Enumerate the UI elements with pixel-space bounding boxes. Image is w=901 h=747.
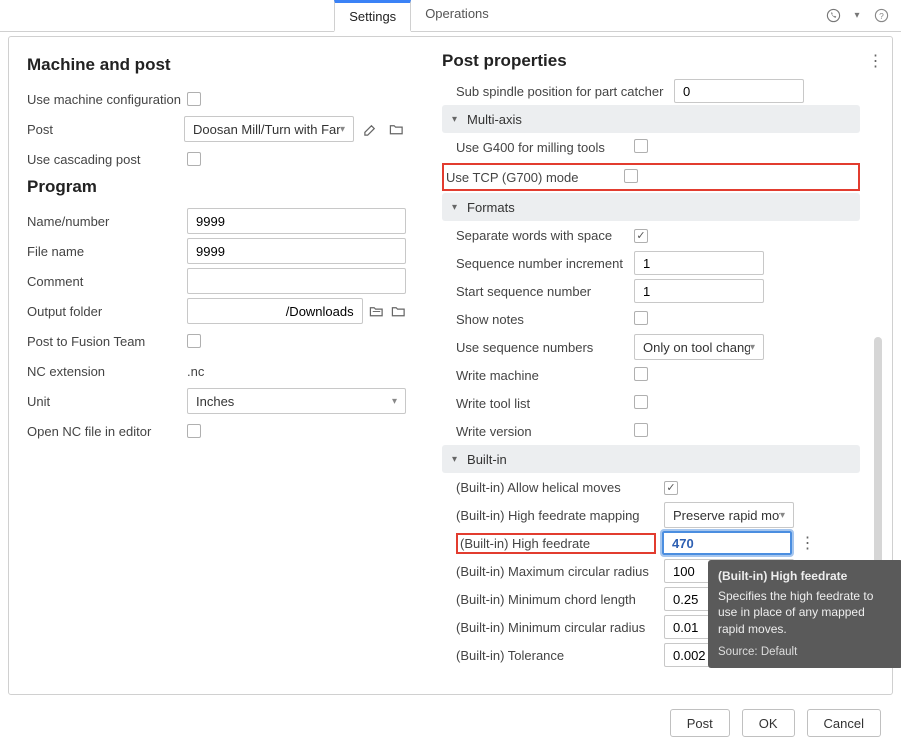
more-menu-icon[interactable]: ⋮ <box>866 51 884 71</box>
file-name-input[interactable] <box>187 238 406 264</box>
tooltip-title: (Built-in) High feedrate <box>718 568 893 584</box>
folder-icon[interactable] <box>390 301 406 321</box>
write-machine-label: Write machine <box>456 368 626 383</box>
open-nc-label: Open NC file in editor <box>27 424 187 439</box>
chevron-down-icon: ▾ <box>780 510 785 521</box>
open-nc-checkbox[interactable] <box>187 424 201 438</box>
bi-high-feedrate-input[interactable] <box>662 531 792 555</box>
output-folder-input[interactable] <box>187 298 363 324</box>
ok-button[interactable]: OK <box>742 709 795 737</box>
unit-select[interactable]: Inches▾ <box>187 388 406 414</box>
write-version-checkbox[interactable] <box>634 423 648 437</box>
tooltip-body: Specifies the high feedrate to use in pl… <box>718 588 893 637</box>
bi-max-circ-label: (Built-in) Maximum circular radius <box>456 564 656 579</box>
chevron-down-icon: ▾ <box>452 454 457 465</box>
bi-min-circ-label: (Built-in) Minimum circular radius <box>456 620 656 635</box>
use-tcp-checkbox[interactable] <box>624 169 638 183</box>
use-g400-label: Use G400 for milling tools <box>456 140 626 155</box>
post-to-fusion-checkbox[interactable] <box>187 334 201 348</box>
svg-text:?: ? <box>879 11 884 21</box>
write-tool-label: Write tool list <box>456 396 626 411</box>
name-number-label: Name/number <box>27 214 187 229</box>
chevron-down-icon: ▾ <box>750 342 755 353</box>
chevron-down-icon: ▾ <box>452 114 457 125</box>
help-icon[interactable]: ? <box>873 8 889 24</box>
builtin-group-header[interactable]: ▾ Built-in <box>442 445 860 473</box>
seq-inc-input[interactable] <box>634 251 764 275</box>
write-tool-checkbox[interactable] <box>634 395 648 409</box>
tooltip-source: Source: Default <box>718 645 893 661</box>
tab-settings[interactable]: Settings <box>334 0 411 32</box>
folder-icon[interactable] <box>386 119 406 139</box>
sub-spindle-input[interactable] <box>674 79 804 103</box>
sep-words-label: Separate words with space <box>456 228 626 243</box>
sub-spindle-label: Sub spindle position for part catcher <box>456 84 666 99</box>
use-machine-config-checkbox[interactable] <box>187 92 201 106</box>
bi-high-feedrate-label: (Built-in) High feedrate <box>460 536 590 551</box>
bi-high-feed-map-label: (Built-in) High feedrate mapping <box>456 508 656 523</box>
machine-post-title: Machine and post <box>27 55 406 75</box>
tooltip: (Built-in) High feedrate Specifies the h… <box>708 560 901 668</box>
bi-tolerance-label: (Built-in) Tolerance <box>456 648 656 663</box>
use-tcp-label: Use TCP (G700) mode <box>446 170 616 185</box>
use-cascading-checkbox[interactable] <box>187 152 201 166</box>
edit-icon[interactable] <box>360 119 380 139</box>
output-folder-label: Output folder <box>27 304 187 319</box>
phone-icon[interactable] <box>825 8 841 24</box>
chevron-down-icon: ▾ <box>452 202 457 213</box>
chevron-down-icon: ▾ <box>392 396 397 407</box>
unit-label: Unit <box>27 394 187 409</box>
chevron-down-icon[interactable]: ▾ <box>849 8 865 24</box>
bi-high-feed-map-select[interactable]: Preserve rapid movement▾ <box>664 502 794 528</box>
file-name-label: File name <box>27 244 187 259</box>
bi-allow-helical-checkbox[interactable] <box>664 481 678 495</box>
formats-group-header[interactable]: ▾ Formats <box>442 193 860 221</box>
multi-axis-group-header[interactable]: ▾ Multi-axis <box>442 105 860 133</box>
post-label: Post <box>27 122 184 137</box>
nc-ext-value: .nc <box>187 364 204 379</box>
start-seq-label: Start sequence number <box>456 284 626 299</box>
use-machine-config-label: Use machine configuration <box>27 92 187 107</box>
program-title: Program <box>27 177 406 197</box>
comment-label: Comment <box>27 274 187 289</box>
show-notes-label: Show notes <box>456 312 626 327</box>
sep-words-checkbox[interactable] <box>634 229 648 243</box>
property-more-icon[interactable]: ⋮ <box>798 533 816 553</box>
scrollbar[interactable] <box>874 337 882 567</box>
seq-inc-label: Sequence number increment <box>456 256 626 271</box>
chevron-down-icon: ▾ <box>340 124 345 135</box>
show-notes-checkbox[interactable] <box>634 311 648 325</box>
use-g400-checkbox[interactable] <box>634 139 648 153</box>
use-seq-select[interactable]: Only on tool change▾ <box>634 334 764 360</box>
write-machine-checkbox[interactable] <box>634 367 648 381</box>
nc-ext-label: NC extension <box>27 364 187 379</box>
post-to-fusion-label: Post to Fusion Team <box>27 334 187 349</box>
bi-min-chord-label: (Built-in) Minimum chord length <box>456 592 656 607</box>
start-seq-input[interactable] <box>634 279 764 303</box>
post-properties-title: Post properties <box>442 51 567 71</box>
open-folder-icon[interactable] <box>369 301 385 321</box>
use-seq-label: Use sequence numbers <box>456 340 626 355</box>
bi-allow-helical-label: (Built-in) Allow helical moves <box>456 480 656 495</box>
tab-operations[interactable]: Operations <box>411 0 503 31</box>
name-number-input[interactable] <box>187 208 406 234</box>
cancel-button[interactable]: Cancel <box>807 709 881 737</box>
post-button[interactable]: Post <box>670 709 730 737</box>
write-version-label: Write version <box>456 424 626 439</box>
use-cascading-label: Use cascading post <box>27 152 187 167</box>
comment-input[interactable] <box>187 268 406 294</box>
post-select[interactable]: Doosan Mill/Turn with Fanuc▾ <box>184 116 354 142</box>
